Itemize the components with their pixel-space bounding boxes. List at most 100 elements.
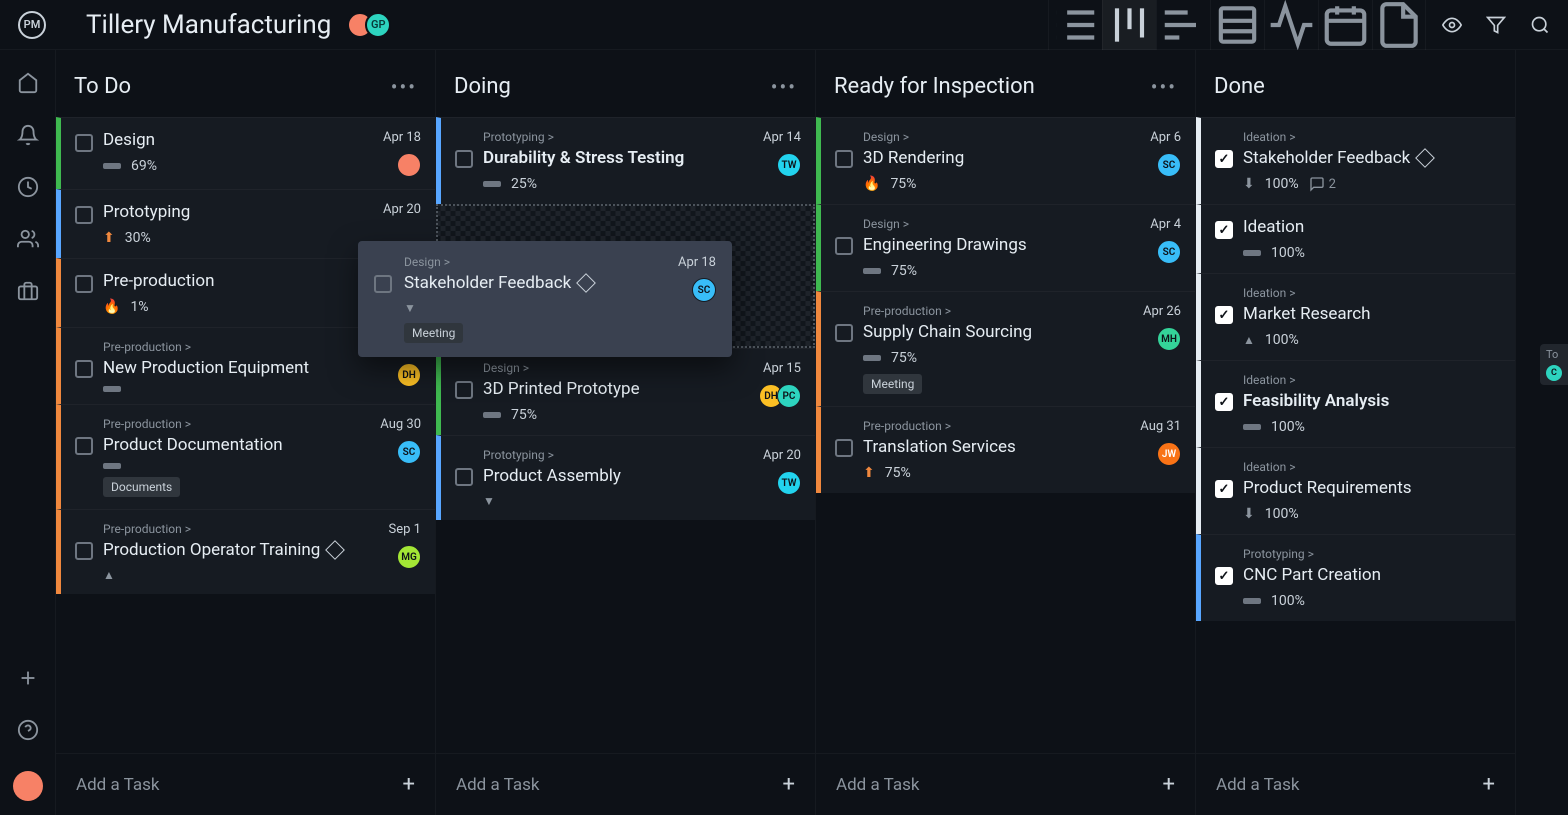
comment-count[interactable]: 2 [1309, 176, 1336, 192]
task-checkbox[interactable] [835, 324, 853, 342]
task-title: Supply Chain Sourcing [863, 322, 1133, 342]
column-menu-icon[interactable]: ••• [1151, 75, 1177, 99]
task-card[interactable]: Prototyping >CNC Part Creation100% [1196, 534, 1515, 621]
task-checkbox[interactable] [835, 439, 853, 457]
project-title[interactable]: Tillery Manufacturing [86, 10, 331, 40]
task-checkbox[interactable] [455, 381, 473, 399]
task-checkbox[interactable] [75, 206, 93, 224]
task-card[interactable]: Pre-production >Supply Chain Sourcing75%… [816, 291, 1195, 406]
add-task-button[interactable]: Add a Task+ [56, 753, 435, 815]
edge-overflow-badge[interactable]: To C [1540, 344, 1568, 385]
task-progress: 69% [131, 158, 157, 174]
task-date: Sep 1 [389, 522, 421, 537]
column-title: Doing [454, 74, 511, 99]
task-checkbox[interactable] [1215, 221, 1233, 239]
task-checkbox[interactable] [1215, 393, 1233, 411]
task-card[interactable]: Prototyping >Durability & Stress Testing… [436, 117, 815, 204]
add-task-button[interactable]: Add a Task+ [816, 753, 1195, 815]
view-files-icon[interactable] [1372, 0, 1426, 50]
task-checkbox[interactable] [835, 150, 853, 168]
dragging-card[interactable]: Design > Stakeholder Feedback ▼ Meeting … [358, 241, 732, 357]
task-title: 3D Rendering [863, 148, 1140, 168]
task-tag[interactable]: Documents [103, 477, 180, 497]
task-checkbox[interactable] [455, 468, 473, 486]
assignee-avatar[interactable]: TW [777, 471, 801, 495]
assignee-avatar[interactable]: DH [397, 363, 421, 387]
add-task-button[interactable]: Add a Task+ [1196, 753, 1515, 815]
visibility-icon[interactable] [1442, 15, 1462, 35]
task-meta [103, 386, 373, 392]
task-card[interactable]: Pre-production >Product DocumentationDoc… [56, 404, 435, 509]
task-checkbox[interactable] [1215, 306, 1233, 324]
task-checkbox[interactable] [75, 542, 93, 560]
task-checkbox[interactable] [75, 134, 93, 152]
task-breadcrumb: Pre-production > [103, 522, 379, 536]
task-card[interactable]: Ideation100% [1196, 204, 1515, 273]
view-sheet-icon[interactable] [1210, 0, 1264, 50]
task-checkbox[interactable] [374, 275, 392, 293]
task-card[interactable]: Prototyping >Product Assembly▼Apr 20TW [436, 435, 815, 520]
task-card[interactable]: Ideation >Stakeholder Feedback ⬇100%2 [1196, 117, 1515, 204]
task-progress: 75% [511, 407, 537, 423]
team-icon[interactable] [17, 228, 39, 250]
home-icon[interactable] [17, 72, 39, 94]
assignee-avatar[interactable]: PC [777, 384, 801, 408]
app-logo[interactable]: PM [18, 11, 46, 39]
task-checkbox[interactable] [1215, 480, 1233, 498]
help-icon[interactable] [17, 719, 39, 741]
assignee-avatar[interactable]: SC [1157, 240, 1181, 264]
project-members[interactable]: GP [347, 12, 391, 38]
user-avatar[interactable] [13, 771, 43, 801]
task-breadcrumb: Prototyping > [1243, 547, 1491, 561]
shell: To Do•••Design69%Apr 18Prototyping⬆30%Ap… [0, 50, 1568, 815]
task-checkbox[interactable] [1215, 150, 1233, 168]
assignee-avatar[interactable]: SC [692, 278, 716, 302]
task-card[interactable]: Design69%Apr 18 [56, 117, 435, 189]
task-card[interactable]: Ideation >Market Research▲100% [1196, 273, 1515, 360]
task-card[interactable]: Design >Engineering Drawings75%Apr 4SC [816, 204, 1195, 291]
task-tag[interactable]: Meeting [404, 323, 463, 343]
column-menu-icon[interactable]: ••• [391, 75, 417, 99]
task-card[interactable]: Ideation >Feasibility Analysis100% [1196, 360, 1515, 447]
clock-icon[interactable] [17, 176, 39, 198]
filter-icon[interactable] [1486, 15, 1506, 35]
view-board-icon[interactable] [1102, 0, 1156, 50]
briefcase-icon[interactable] [17, 280, 39, 302]
task-checkbox[interactable] [835, 237, 853, 255]
milestone-icon [576, 273, 596, 293]
task-checkbox[interactable] [455, 150, 473, 168]
add-task-button[interactable]: Add a Task+ [436, 753, 815, 815]
view-calendar-icon[interactable] [1318, 0, 1372, 50]
task-tag[interactable]: Meeting [863, 374, 922, 394]
bell-icon[interactable] [17, 124, 39, 146]
assignee-avatar[interactable]: SC [1157, 153, 1181, 177]
view-list-icon[interactable] [1048, 0, 1102, 50]
assignee-avatar[interactable]: SC [397, 440, 421, 464]
column-menu-icon[interactable]: ••• [771, 75, 797, 99]
search-icon[interactable] [1530, 15, 1550, 35]
assignee-avatar[interactable]: MH [1157, 327, 1181, 351]
task-checkbox[interactable] [1215, 567, 1233, 585]
plus-icon[interactable] [17, 667, 39, 689]
task-progress: 100% [1271, 419, 1305, 435]
member-avatar[interactable]: GP [365, 12, 391, 38]
view-activity-icon[interactable] [1264, 0, 1318, 50]
task-card[interactable]: Design >3D Rendering🔥75%Apr 6SC [816, 117, 1195, 204]
task-checkbox[interactable] [75, 437, 93, 455]
task-checkbox[interactable] [75, 360, 93, 378]
view-gantt-icon[interactable] [1156, 0, 1210, 50]
task-breadcrumb: Design > [863, 217, 1140, 231]
assignee-avatar[interactable] [397, 153, 421, 177]
task-breadcrumb: Pre-production > [103, 417, 370, 431]
assignee-avatar[interactable]: MG [397, 545, 421, 569]
task-checkbox[interactable] [75, 275, 93, 293]
task-card[interactable]: Ideation >Product Requirements⬇100% [1196, 447, 1515, 534]
assignee-avatar[interactable]: TW [777, 153, 801, 177]
assignee-avatar[interactable]: JW [1157, 442, 1181, 466]
priority-medium-icon [103, 463, 121, 469]
task-card[interactable]: Pre-production >Translation Services⬆75%… [816, 406, 1195, 493]
task-card[interactable]: Pre-production > Production Operator Trai… [56, 509, 435, 594]
task-card[interactable]: Design >3D Printed Prototype75%Apr 15DHP… [436, 348, 815, 435]
priority-low-icon: ▼ [404, 301, 416, 315]
task-title: Production Operator Training [103, 540, 379, 560]
